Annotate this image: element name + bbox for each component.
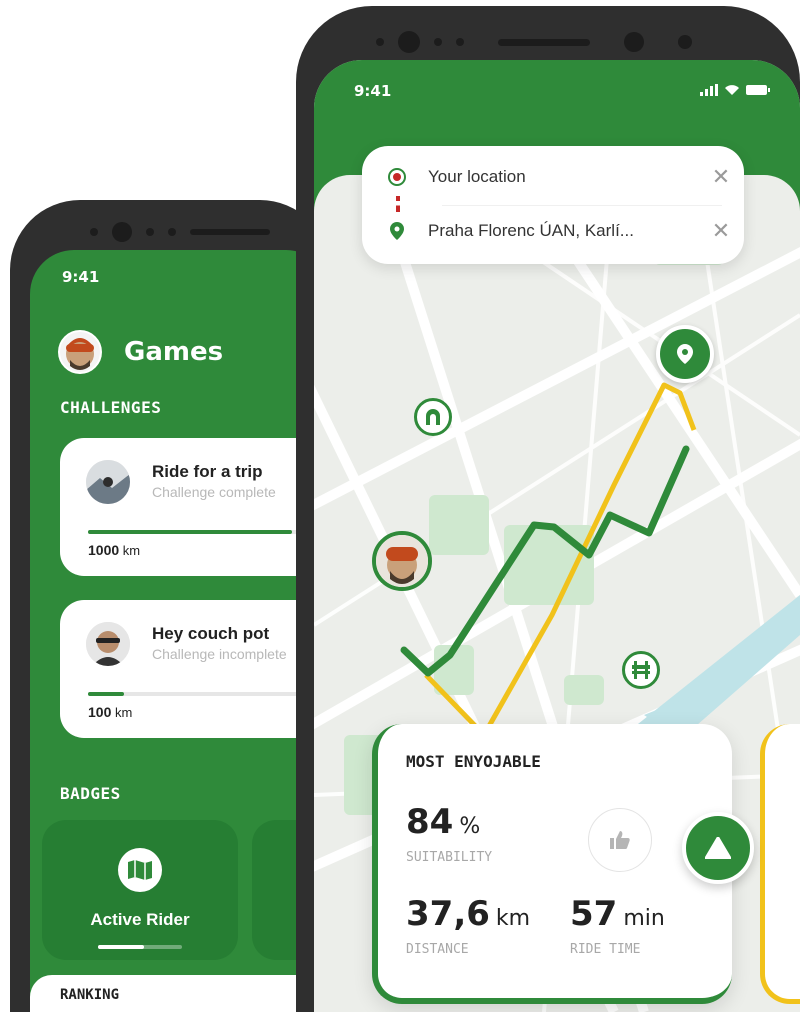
status-icons [700,84,770,96]
badge-card[interactable]: Active Rider [42,820,238,960]
destination-row[interactable]: Praha Florenc ÚAN, Karlí... ✕ [384,218,734,244]
challenge-status: Challenge incomplete [152,646,287,662]
tunnel-icon [426,409,440,425]
user-location-marker[interactable] [372,531,432,591]
navigate-arrow-icon [705,837,731,859]
signal-icon [700,84,718,96]
tunnel-poi[interactable] [414,398,452,436]
distance-unit: km [122,543,141,558]
page-title: Games [124,337,224,367]
challenge-card[interactable]: Ride for a trip Challenge complete 1000 … [60,438,330,576]
divider [442,205,722,206]
distance-value: 1000 [88,542,120,558]
origin-marker-icon [384,164,410,190]
clear-origin-button[interactable]: ✕ [708,165,734,190]
distance-label: DISTANCE [406,942,469,957]
map-icon [118,848,162,892]
back-phone: 9:41 Games CHALLENGES Ride for a trip Ch… [10,200,330,1012]
status-time: 9:41 [354,82,392,100]
back-phone-notch [90,212,270,252]
distance-unit: km [114,705,133,720]
distance-unit: km [495,906,531,931]
front-phone-notch [376,22,692,62]
destination-marker-icon [384,218,410,244]
alternate-route-card[interactable] [760,724,800,1004]
challenge-thumbnail [86,460,130,504]
badges-heading: BADGES [60,784,121,803]
bench-poi[interactable] [622,651,660,689]
route-search-card: Your location ✕ Praha Florenc ÚAN, Karlí… [362,146,744,264]
front-phone: 9:41 Your location ✕ Praha Florenc ÚAN, … [296,6,800,1012]
start-navigation-button[interactable] [682,812,754,884]
ride-time-unit: min [623,906,665,931]
badge-label: Active Rider [90,910,190,929]
ride-time-number: 57 [570,894,618,934]
destination-input[interactable]: Praha Florenc ÚAN, Karlí... [428,221,708,241]
ride-time-value: 57 min [570,894,665,934]
challenge-title: Hey couch pot [152,624,270,643]
avatar-icon [376,535,428,587]
challenge-progress-bar [88,692,328,696]
origin-row[interactable]: Your location ✕ [384,164,734,190]
clear-destination-button[interactable]: ✕ [708,219,734,244]
route-summary-card[interactable]: MOST ENYOJABLE 84% SUITABILITY 37,6 km DI… [372,724,732,1004]
ranking-heading: RANKING [60,987,120,1003]
distance-value: 37,6 km [406,894,530,934]
like-button[interactable] [588,808,652,872]
challenge-progress-bar [88,530,328,534]
user-avatar[interactable] [58,330,102,374]
distance-value: 100 [88,704,112,720]
navigation-screen: 9:41 Your location ✕ Praha Florenc ÚAN, … [314,60,800,1012]
origin-input[interactable]: Your location [428,167,708,187]
games-header: Games [58,330,223,374]
avatar-icon [66,338,94,370]
challenge-distance: 1000 km [88,542,140,558]
suitability-label: SUITABILITY [406,850,493,865]
location-pin-icon [677,344,693,364]
challenge-title: Ride for a trip [152,462,263,481]
suitability-number: 84 [406,802,454,842]
bench-icon [632,661,650,679]
challenge-card[interactable]: Hey couch pot Challenge incomplete 100 k… [60,600,330,738]
thumbs-up-icon [610,831,630,849]
challenge-distance: 100 km [88,704,132,720]
route-card-title: MOST ENYOJABLE [406,752,541,771]
challenges-heading: CHALLENGES [60,398,162,417]
suitability-value: 84% [406,802,480,842]
ride-time-label: RIDE TIME [570,942,641,957]
distance-number: 37,6 [406,894,490,934]
battery-icon [746,85,770,95]
challenge-thumbnail [86,622,130,666]
wifi-icon [725,85,739,95]
suitability-unit: % [459,814,481,839]
badge-progress-bar [98,945,182,949]
challenge-status: Challenge complete [152,484,276,500]
ranking-panel[interactable]: RANKING [30,975,330,1012]
route-connector [396,196,400,212]
status-time: 9:41 [62,268,100,286]
destination-pin[interactable] [656,325,714,383]
